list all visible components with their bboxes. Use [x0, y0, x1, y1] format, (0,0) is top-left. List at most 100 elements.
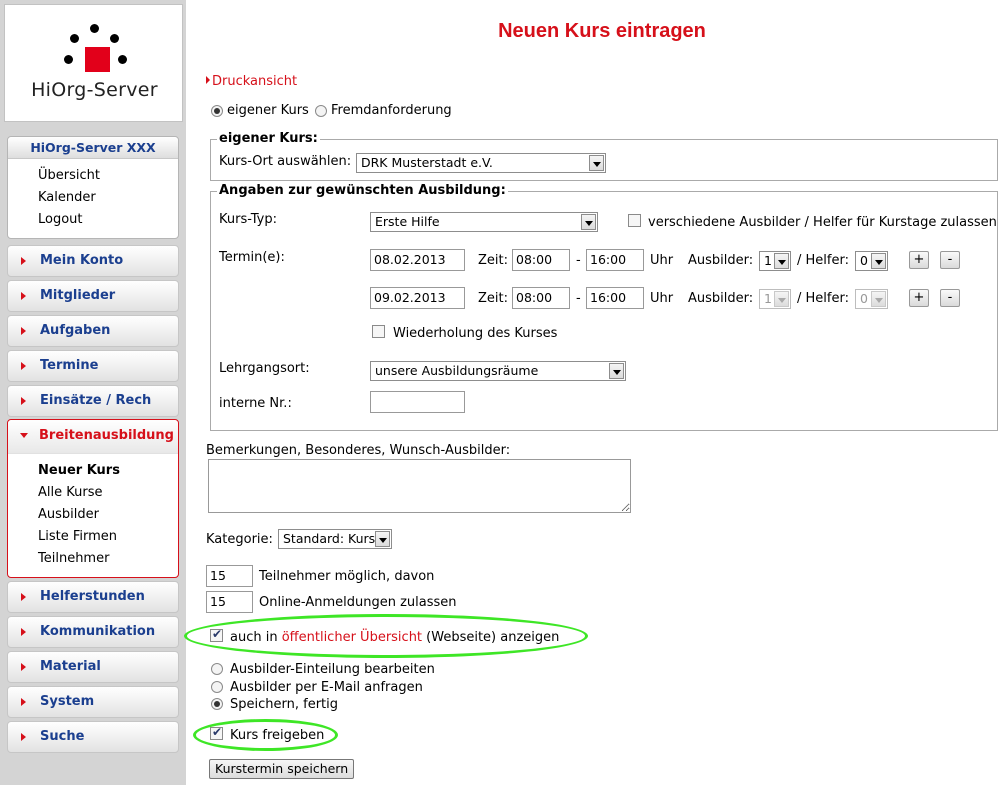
menu-material[interactable]: Material — [7, 651, 179, 683]
helper-count-select[interactable]: 0 — [855, 289, 888, 309]
helper-count-select[interactable]: 0 — [855, 251, 888, 271]
chevron-down-icon — [871, 291, 886, 307]
termine-label: Termin(e): — [219, 250, 285, 265]
menu-helferstunden[interactable]: Helferstunden — [7, 581, 179, 613]
time-to-input[interactable]: 16:00 — [586, 249, 644, 271]
radio-trainer-assignment[interactable] — [211, 663, 223, 675]
menu-einsaetze[interactable]: Einsätze / Rech — [7, 385, 179, 417]
time-from-input[interactable]: 08:00 — [512, 249, 570, 271]
multi-trainer-checkbox[interactable] — [628, 214, 641, 227]
kurs-ort-value: DRK Musterstadt e.V. — [361, 155, 493, 170]
radio-trainer-email[interactable] — [211, 681, 223, 693]
time-dash: - — [576, 253, 581, 268]
logo-dot — [110, 34, 119, 43]
trainer-count-select[interactable]: 1 — [759, 289, 791, 309]
public-overview-checkbox[interactable] — [210, 627, 223, 642]
menu-termine[interactable]: Termine — [7, 350, 179, 382]
logo-square — [85, 47, 110, 72]
menu-breitenausbildung[interactable]: Breitenausbildung — [8, 420, 178, 454]
menu-mein-konto[interactable]: Mein Konto — [7, 245, 179, 277]
category-label: Kategorie: — [206, 532, 273, 547]
arrow-down-icon — [20, 433, 28, 438]
release-course-checkbox[interactable] — [210, 725, 223, 740]
arrow-right-icon — [21, 628, 26, 636]
radio-save-done[interactable] — [211, 698, 223, 710]
radio-trainer-email-label: Ausbilder per E-Mail anfragen — [230, 680, 423, 695]
online-registrations-label: Online-Anmeldungen zulassen — [259, 595, 457, 610]
category-value: Standard: Kurs — [283, 531, 376, 546]
ausbilder-label: Ausbilder: — [688, 291, 754, 306]
menu-label: Aufgaben — [40, 323, 111, 338]
lehrgangsort-select[interactable]: unsere Ausbildungsräume — [370, 361, 626, 381]
sidebar-item-neuer-kurs[interactable]: Neuer Kurs — [8, 460, 178, 482]
fieldset-ausbildung-legend: Angaben zur gewünschten Ausbildung: — [217, 183, 508, 198]
arrow-right-icon — [21, 292, 26, 300]
trainer-count-select[interactable]: 1 — [759, 251, 791, 271]
menu-mitglieder[interactable]: Mitglieder — [7, 280, 179, 312]
menu-label: Termine — [40, 358, 99, 373]
add-date-button[interactable]: + — [909, 251, 929, 269]
kurs-typ-select[interactable]: Erste Hilfe — [370, 212, 598, 232]
helfer-label: / Helfer: — [797, 291, 849, 306]
sidebar-item-liste-firmen[interactable]: Liste Firmen — [8, 526, 178, 548]
time-dash: - — [576, 291, 581, 306]
date-input[interactable]: 08.02.2013 — [370, 249, 465, 271]
public-overview-label: auch in öffentlicher Übersicht (Webseite… — [230, 630, 559, 645]
logo[interactable]: HiOrg-Server — [4, 4, 183, 122]
logo-text: HiOrg-Server — [31, 79, 158, 101]
menu-label: Helferstunden — [40, 589, 145, 604]
interne-nr-label: interne Nr.: — [219, 396, 292, 411]
trainer-count-value: 1 — [764, 291, 772, 306]
public-overview-prefix: auch in — [230, 630, 282, 645]
menu-label: Mitglieder — [40, 288, 116, 303]
participants-input[interactable]: 15 — [206, 565, 253, 587]
chevron-down-icon — [375, 531, 390, 547]
menu-label: Suche — [40, 729, 85, 744]
sidebar-item-ausbilder[interactable]: Ausbilder — [8, 504, 178, 526]
chevron-down-icon — [589, 155, 604, 171]
print-view-link[interactable]: Druckansicht — [206, 74, 297, 89]
online-registrations-input[interactable]: 15 — [206, 591, 253, 613]
page-title: Neuen Kurs eintragen — [498, 20, 706, 42]
radio-eigener-kurs[interactable] — [211, 105, 223, 117]
menu-aufgaben[interactable]: Aufgaben — [7, 315, 179, 347]
radio-fremdanforderung[interactable] — [315, 105, 327, 117]
radio-fremdanforderung-label: Fremdanforderung — [331, 103, 452, 118]
menu-label: Mein Konto — [40, 253, 124, 268]
time-to-input[interactable]: 16:00 — [586, 287, 644, 309]
sidebar-item-overview[interactable]: Übersicht — [8, 165, 178, 187]
time-label: Zeit: — [478, 253, 508, 268]
kurs-typ-label: Kurs-Typ: — [219, 212, 277, 227]
trainer-count-value: 1 — [764, 253, 772, 268]
org-box-title: HiOrg-Server XXX — [8, 137, 178, 159]
participants-label: Teilnehmer möglich, davon — [259, 569, 435, 584]
uhr-label: Uhr — [650, 253, 674, 268]
uhr-label: Uhr — [650, 291, 674, 306]
menu-label: System — [40, 694, 95, 709]
repeat-course-checkbox[interactable] — [372, 325, 385, 338]
interne-nr-input[interactable] — [370, 391, 465, 413]
add-date-button[interactable]: + — [909, 289, 929, 307]
sidebar-item-calendar[interactable]: Kalender — [8, 187, 178, 209]
remarks-label: Bemerkungen, Besonderes, Wunsch-Ausbilde… — [206, 443, 511, 458]
sidebar-item-logout[interactable]: Logout — [8, 209, 178, 231]
repeat-course-label: Wiederholung des Kurses — [393, 326, 558, 341]
remarks-textarea[interactable] — [208, 459, 631, 513]
sidebar-item-teilnehmer[interactable]: Teilnehmer — [8, 548, 178, 570]
menu-suche[interactable]: Suche — [7, 721, 179, 753]
date-input[interactable]: 09.02.2013 — [370, 287, 465, 309]
kurs-ort-select[interactable]: DRK Musterstadt e.V. — [356, 153, 606, 173]
kurs-ort-label: Kurs-Ort auswählen: — [219, 154, 352, 169]
chevron-down-icon — [774, 291, 789, 307]
remove-date-button[interactable]: - — [940, 289, 960, 307]
logo-dot — [90, 24, 99, 33]
menu-system[interactable]: System — [7, 686, 179, 718]
category-select[interactable]: Standard: Kurs — [278, 529, 392, 549]
remove-date-button[interactable]: - — [940, 251, 960, 269]
public-overview-link[interactable]: öffentlicher Übersicht — [282, 630, 422, 645]
menu-kommunikation[interactable]: Kommunikation — [7, 616, 179, 648]
sidebar-item-alle-kurse[interactable]: Alle Kurse — [8, 482, 178, 504]
time-from-input[interactable]: 08:00 — [512, 287, 570, 309]
org-box: HiOrg-Server XXX Übersicht Kalender Logo… — [7, 136, 179, 239]
save-course-button[interactable]: Kurstermin speichern — [209, 759, 355, 779]
